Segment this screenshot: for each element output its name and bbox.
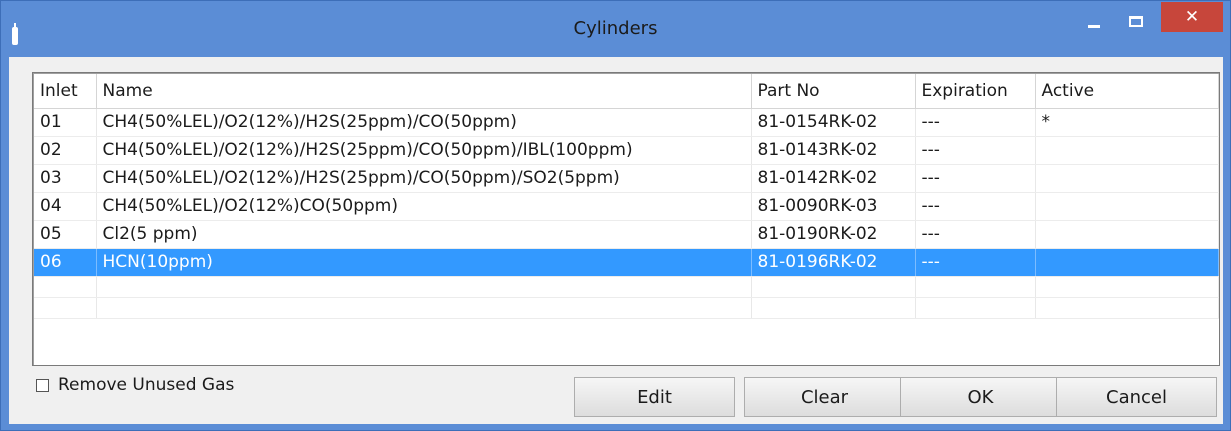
empty-cell [96,297,752,319]
cell-name: CH4(50%LEL)/O2(12%)/H2S(25ppm)/CO(50ppm) [96,108,752,137]
cell-name: HCN(10ppm) [96,248,752,277]
empty-cell [34,297,97,319]
empty-cell [751,297,916,319]
empty-row [34,297,1219,319]
cell-name: CH4(50%LEL)/O2(12%)/H2S(25ppm)/CO(50ppm)… [96,136,752,165]
remove-unused-gas-option[interactable]: Remove Unused Gas [36,375,234,395]
cell-active [1035,192,1219,221]
remove-unused-gas-label: Remove Unused Gas [58,375,235,395]
cell-inlet: 05 [34,220,97,249]
cell-expiration: --- [915,248,1036,277]
ok-button[interactable]: OK [900,377,1061,417]
cell-expiration: --- [915,164,1036,193]
table-row[interactable]: 03 CH4(50%LEL)/O2(12%)/H2S(25ppm)/CO(50p… [34,164,1219,193]
cell-expiration: --- [915,220,1036,249]
empty-cell [915,276,1036,298]
cell-active: * [1035,108,1219,137]
clear-button[interactable]: Clear [744,377,905,417]
edit-button[interactable]: Edit [574,377,735,417]
cell-part-no: 81-0190RK-02 [751,220,916,249]
minimize-icon [1088,25,1100,28]
empty-cell [915,297,1036,319]
cell-name: CH4(50%LEL)/O2(12%)/H2S(25ppm)/CO(50ppm)… [96,164,752,193]
remove-unused-gas-checkbox[interactable] [36,378,49,392]
table-row-selected[interactable]: 06 HCN(10ppm) 81-0196RK-02 --- [34,248,1219,277]
window-title: Cylinders [573,18,658,39]
column-header-inlet[interactable]: Inlet [34,74,97,109]
dialog-body: Inlet Name Part No Expiration Active 01 … [9,57,1223,424]
cell-active [1035,248,1219,277]
cell-part-no: 81-0090RK-03 [751,192,916,221]
cell-inlet: 06 [34,248,97,277]
cell-expiration: --- [915,192,1036,221]
cell-name: Cl2(5 ppm) [96,220,752,249]
column-header-name[interactable]: Name [96,74,752,109]
title-bar[interactable]: Cylinders ✕ [1,1,1230,57]
table-header-row: Inlet Name Part No Expiration Active [34,74,1219,109]
cell-inlet: 03 [34,164,97,193]
column-header-active[interactable]: Active [1035,74,1219,109]
maximize-button[interactable] [1119,9,1153,33]
close-icon: ✕ [1184,7,1200,27]
cell-inlet: 01 [34,108,97,137]
cell-part-no: 81-0143RK-02 [751,136,916,165]
empty-row [34,276,1219,298]
cell-expiration: --- [915,136,1036,165]
empty-cell [1035,297,1219,319]
minimize-button[interactable] [1077,9,1111,33]
cell-part-no: 81-0154RK-02 [751,108,916,137]
cell-inlet: 02 [34,136,97,165]
cell-name: CH4(50%LEL)/O2(12%)CO(50ppm) [96,192,752,221]
table-row[interactable]: 01 CH4(50%LEL)/O2(12%)/H2S(25ppm)/CO(50p… [34,108,1219,137]
cell-active [1035,164,1219,193]
cell-inlet: 04 [34,192,97,221]
empty-cell [96,276,752,298]
column-header-expiration[interactable]: Expiration [915,74,1036,109]
maximize-icon [1129,15,1143,27]
table-row[interactable]: 05 Cl2(5 ppm) 81-0190RK-02 --- [34,220,1219,249]
cell-active [1035,220,1219,249]
cell-expiration: --- [915,108,1036,137]
cell-part-no: 81-0142RK-02 [751,164,916,193]
cylinders-list[interactable]: Inlet Name Part No Expiration Active 01 … [32,72,1220,366]
empty-cell [1035,276,1219,298]
empty-cell [34,276,97,298]
cylinders-table: Inlet Name Part No Expiration Active 01 … [34,74,1219,319]
empty-cell [751,276,916,298]
table-row[interactable]: 04 CH4(50%LEL)/O2(12%)CO(50ppm) 81-0090R… [34,192,1219,221]
table-row[interactable]: 02 CH4(50%LEL)/O2(12%)/H2S(25ppm)/CO(50p… [34,136,1219,165]
cancel-button[interactable]: Cancel [1056,377,1217,417]
cylinders-window: Cylinders ✕ Inlet Name Part No Expiratio… [0,0,1231,431]
column-header-part-no[interactable]: Part No [751,74,916,109]
close-button[interactable]: ✕ [1161,2,1223,32]
cell-active [1035,136,1219,165]
cell-part-no: 81-0196RK-02 [751,248,916,277]
